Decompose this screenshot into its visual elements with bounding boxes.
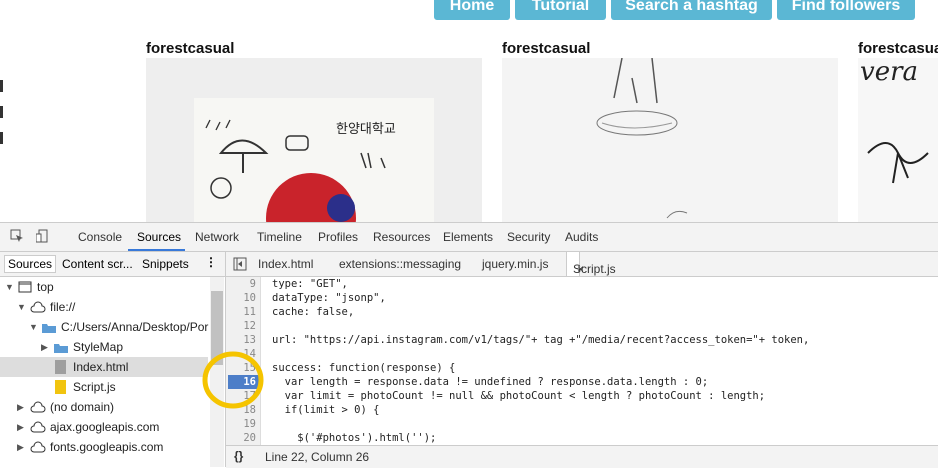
tab-profiles[interactable]: Profiles bbox=[318, 230, 358, 244]
line-number[interactable]: 13 bbox=[226, 333, 256, 347]
cloud-icon bbox=[30, 421, 46, 433]
code-line: var length = response.data != undefined … bbox=[272, 376, 709, 388]
photo-sketch-illustration bbox=[596, 58, 688, 219]
feed-photo[interactable]: 한양대학교 bbox=[146, 58, 482, 222]
device-mode-icon[interactable] bbox=[36, 229, 50, 243]
line-number[interactable]: 19 bbox=[226, 417, 256, 431]
code-line: url: "https://api.instagram.com/v1/tags/… bbox=[272, 334, 810, 346]
collapse-triangle-icon: ▶ bbox=[17, 402, 24, 412]
tree-item-top[interactable]: ▼ top bbox=[0, 277, 208, 297]
highlight-circle-annotation bbox=[202, 351, 264, 409]
code-line: success: function(response) { bbox=[272, 362, 456, 374]
code-line: if(limit > 0) { bbox=[272, 404, 380, 416]
file-tab-extensions-messaging[interactable]: extensions::messaging bbox=[339, 257, 461, 271]
editor-status-bar: {} Line 22, Column 26 bbox=[226, 445, 938, 468]
devtools-main-tabs: Console Sources Network Timeline Profile… bbox=[0, 223, 938, 252]
collapse-triangle-icon: ▶ bbox=[17, 442, 24, 452]
window-icon bbox=[18, 281, 32, 293]
code-line: type: "GET", bbox=[272, 278, 348, 290]
photo-calligraphy-illustration: vera bbox=[860, 58, 929, 184]
tab-timeline[interactable]: Timeline bbox=[257, 230, 302, 244]
editor-file-tabs: Index.html extensions::messaging jquery.… bbox=[226, 252, 938, 277]
photo-artwork-illustration: 한양대학교 bbox=[194, 98, 434, 222]
line-number[interactable]: 10 bbox=[226, 291, 256, 305]
folder-icon bbox=[54, 344, 68, 353]
tree-label: fonts.googleapis.com bbox=[50, 440, 164, 454]
line-number[interactable]: 20 bbox=[226, 431, 256, 445]
expand-triangle-icon: ▼ bbox=[17, 302, 26, 312]
tree-item-no-domain[interactable]: ▶ (no domain) bbox=[0, 397, 208, 417]
file-tab-script-js[interactable]: Script.js × bbox=[566, 252, 616, 276]
svg-text:한양대학교: 한양대학교 bbox=[336, 122, 396, 137]
tree-item-script-js[interactable]: Script.js bbox=[0, 377, 208, 397]
navigator-tabs: Sources Content scr... Snippets ⋮ bbox=[0, 252, 225, 277]
tree-item-ajax-googleapis[interactable]: ▶ ajax.googleapis.com bbox=[0, 417, 208, 437]
code-line: dataType: "jsonp", bbox=[272, 292, 386, 304]
nav-home-button[interactable]: Home bbox=[434, 0, 510, 20]
code-editor[interactable]: 9 10 11 12 13 14 15 16 17 18 19 20 type:… bbox=[226, 277, 938, 445]
tree-label: Index.html bbox=[73, 360, 129, 374]
active-tab-indicator bbox=[128, 249, 185, 251]
line-number[interactable]: 11 bbox=[226, 305, 256, 319]
tree-label: top bbox=[37, 280, 54, 294]
inspect-element-icon[interactable] bbox=[10, 229, 24, 243]
file-icon bbox=[55, 360, 66, 374]
cropped-sidebar-text bbox=[0, 80, 6, 158]
line-number[interactable]: 12 bbox=[226, 319, 256, 333]
tab-resources[interactable]: Resources bbox=[373, 230, 430, 244]
tree-label: Script.js bbox=[73, 380, 116, 394]
code-line: var limit = photoCount != null && photoC… bbox=[272, 390, 766, 402]
cloud-icon bbox=[30, 301, 46, 313]
tab-security[interactable]: Security bbox=[507, 230, 550, 244]
line-number[interactable]: 9 bbox=[226, 277, 256, 291]
tab-navigator-sources[interactable]: Sources bbox=[4, 255, 57, 273]
cloud-icon bbox=[30, 441, 46, 453]
feed-username[interactable]: forestcasual bbox=[502, 40, 590, 57]
devtools-panel: Console Sources Network Timeline Profile… bbox=[0, 222, 938, 468]
feed-photo[interactable] bbox=[502, 58, 838, 222]
tree-item-fonts-googleapis[interactable]: ▶ fonts.googleapis.com bbox=[0, 437, 208, 457]
expand-triangle-icon: ▼ bbox=[5, 282, 14, 292]
nav-search-hashtag-button[interactable]: Search a hashtag bbox=[611, 0, 772, 20]
tree-label: StyleMap bbox=[73, 340, 124, 354]
feed-username[interactable]: forestcasual bbox=[858, 40, 938, 57]
js-file-icon bbox=[55, 380, 66, 394]
tree-item-file[interactable]: ▼ file:// bbox=[0, 297, 208, 317]
tab-network[interactable]: Network bbox=[195, 230, 239, 244]
svg-text:vera: vera bbox=[860, 58, 918, 87]
tab-audits[interactable]: Audits bbox=[565, 230, 598, 244]
tab-content-scripts[interactable]: Content scr... bbox=[62, 257, 133, 271]
code-line: cache: false, bbox=[272, 306, 355, 318]
file-tab-jquery[interactable]: jquery.min.js bbox=[482, 257, 548, 271]
collapse-triangle-icon: ▶ bbox=[17, 422, 24, 432]
tree-label: ajax.googleapis.com bbox=[50, 420, 160, 434]
tab-sources[interactable]: Sources bbox=[137, 230, 181, 244]
collapse-triangle-icon: ▶ bbox=[41, 342, 48, 352]
nav-find-followers-button[interactable]: Find followers bbox=[777, 0, 915, 20]
more-options-icon[interactable]: ⋮ bbox=[205, 255, 217, 269]
feed-photo[interactable]: vera bbox=[858, 58, 938, 222]
tree-item-folder-desktop[interactable]: ▼ C:/Users/Anna/Desktop/Por bbox=[0, 317, 208, 337]
toggle-navigator-icon[interactable] bbox=[233, 257, 247, 271]
cursor-position: Line 22, Column 26 bbox=[265, 450, 370, 464]
folder-icon bbox=[42, 324, 56, 333]
tree-item-stylemap[interactable]: ▶ StyleMap bbox=[0, 337, 208, 357]
nav-tutorial-button[interactable]: Tutorial bbox=[515, 0, 606, 20]
tab-snippets[interactable]: Snippets bbox=[142, 257, 189, 271]
navigator-panel: Sources Content scr... Snippets ⋮ ▼ top … bbox=[0, 252, 226, 467]
tab-elements[interactable]: Elements bbox=[443, 230, 493, 244]
feed-username[interactable]: forestcasual bbox=[146, 40, 234, 57]
code-line: $('#photos').html(''); bbox=[272, 432, 437, 444]
tree-label: (no domain) bbox=[50, 400, 115, 414]
expand-triangle-icon: ▼ bbox=[29, 322, 38, 332]
file-tab-index-html[interactable]: Index.html bbox=[258, 257, 313, 271]
tree-label: C:/Users/Anna/Desktop/Por bbox=[61, 320, 209, 334]
tab-console[interactable]: Console bbox=[78, 230, 122, 244]
tree-item-index-html[interactable]: Index.html bbox=[0, 357, 208, 377]
tree-label: file:// bbox=[50, 300, 76, 314]
cloud-icon bbox=[30, 401, 46, 413]
pretty-print-icon[interactable]: {} bbox=[234, 449, 243, 463]
